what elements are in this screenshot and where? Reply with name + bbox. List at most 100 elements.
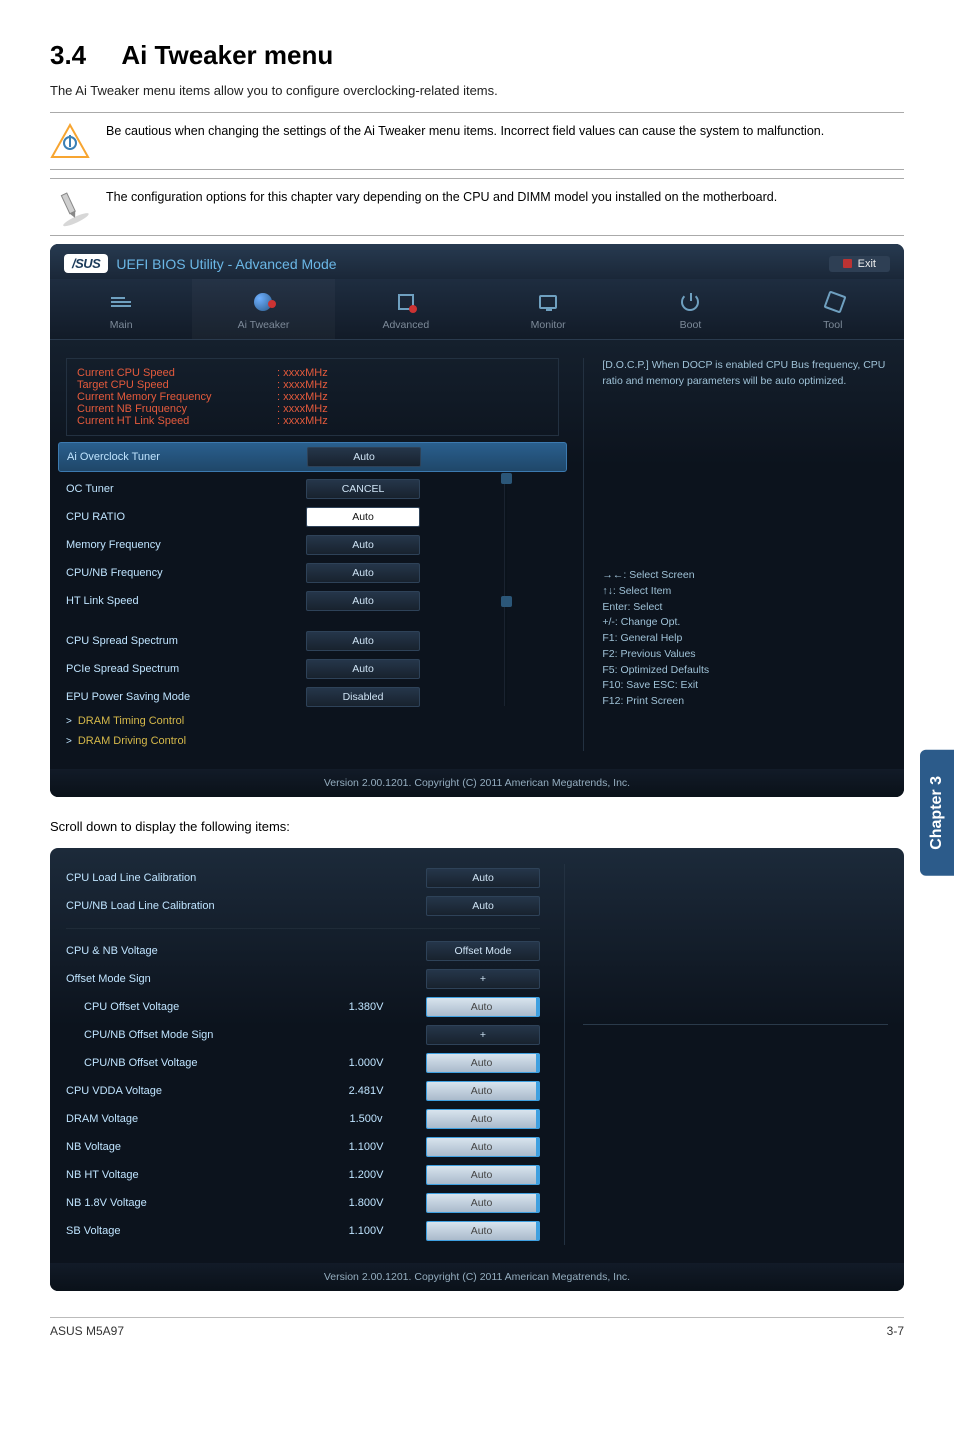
info-row: Current NB Fruquency: xxxxMHz <box>77 403 548 415</box>
heading-number: 3.4 <box>50 40 86 70</box>
setting-value[interactable]: Auto <box>426 1053 540 1073</box>
scrollbar[interactable] <box>504 476 507 706</box>
setting-value[interactable]: Auto <box>426 1109 540 1129</box>
tab-ai-tweaker[interactable]: Ai Tweaker <box>192 279 334 339</box>
setting-value[interactable]: + <box>426 969 540 989</box>
key-hint: F2: Previous Values <box>602 647 709 663</box>
key-hint: →←: Select Screen <box>602 568 709 584</box>
bios-panel-2: CPU Load Line CalibrationAutoCPU/NB Load… <box>50 848 904 1291</box>
setting-mid-value: 1.000V <box>306 1057 426 1069</box>
setting-label: CPU/NB Load Line Calibration <box>66 900 306 912</box>
setting-value[interactable]: Auto <box>426 1221 540 1241</box>
setting-label: CPU RATIO <box>66 511 306 523</box>
setting-row[interactable]: CPU Load Line CalibrationAuto <box>66 864 540 892</box>
setting-row[interactable]: Memory FrequencyAuto <box>66 531 559 559</box>
info-value: : xxxxMHz <box>277 379 328 391</box>
key-hint: F5: Optimized Defaults <box>602 663 709 679</box>
bios-left-pane: Current CPU Speed: xxxxMHzTarget CPU Spe… <box>66 358 559 751</box>
setting-value[interactable]: Auto <box>426 997 540 1017</box>
monitor-icon <box>539 295 557 309</box>
tab-label-aitweaker: Ai Tweaker <box>192 319 334 331</box>
setting-row[interactable]: CPU RATIOAuto <box>66 503 559 531</box>
setting-value[interactable]: Auto <box>426 1137 540 1157</box>
key-hint: Enter: Select <box>602 600 709 616</box>
setting-value[interactable]: Auto <box>306 535 420 555</box>
setting-value[interactable]: Auto <box>426 896 540 916</box>
setting-row[interactable]: >DRAM Driving Control <box>66 731 559 751</box>
setting-row[interactable]: SB Voltage1.100VAuto <box>66 1217 540 1245</box>
setting-row[interactable]: Offset Mode Sign+ <box>66 965 540 993</box>
intro-text: The Ai Tweaker menu items allow you to c… <box>50 83 904 98</box>
scroll-up-handle[interactable] <box>501 473 512 484</box>
bios-panel-1: /SUS UEFI BIOS Utility - Advanced Mode E… <box>50 244 904 797</box>
tool-icon <box>824 293 842 311</box>
chevron-right-icon: > <box>66 716 72 727</box>
info-value: : xxxxMHz <box>277 391 328 403</box>
info-label: Current Memory Frequency <box>77 391 277 403</box>
setting-label: CPU Offset Voltage <box>66 1001 306 1013</box>
setting-row[interactable]: CPU Spread SpectrumAuto <box>66 627 559 655</box>
setting-value[interactable]: Auto <box>306 563 420 583</box>
help-text: [D.O.C.P.] When DOCP is enabled CPU Bus … <box>602 358 888 390</box>
setting-row[interactable]: DRAM Voltage1.500vAuto <box>66 1105 540 1133</box>
bios-footer-2: Version 2.00.1201. Copyright (C) 2011 Am… <box>50 1263 904 1291</box>
setting-row[interactable]: NB Voltage1.100VAuto <box>66 1133 540 1161</box>
setting-value[interactable]: Auto <box>306 507 420 527</box>
info-label: Target CPU Speed <box>77 379 277 391</box>
chevron-right-icon: > <box>66 736 72 747</box>
setting-label: DRAM Voltage <box>66 1113 306 1125</box>
bios-right-pane: [D.O.C.P.] When DOCP is enabled CPU Bus … <box>583 358 888 751</box>
setting-row[interactable]: NB 1.8V Voltage1.800VAuto <box>66 1189 540 1217</box>
exit-button[interactable]: Exit <box>829 256 890 272</box>
tab-monitor[interactable]: Monitor <box>477 279 619 339</box>
tab-main[interactable]: Main <box>50 279 192 339</box>
setting-row[interactable]: CPU/NB Offset Voltage1.000VAuto <box>66 1049 540 1077</box>
info-text: The configuration options for this chapt… <box>106 189 777 207</box>
setting-value[interactable]: Auto <box>306 631 420 651</box>
setting-row[interactable]: NB HT Voltage1.200VAuto <box>66 1161 540 1189</box>
setting-label: SB Voltage <box>66 1225 306 1237</box>
setting-value[interactable]: Auto <box>426 868 540 888</box>
setting-mid-value: 2.481V <box>306 1085 426 1097</box>
info-value: : xxxxMHz <box>277 403 328 415</box>
setting-row[interactable]: Ai Overclock TunerAuto <box>58 442 567 472</box>
setting-value[interactable]: Auto <box>426 1165 540 1185</box>
bios-tabs: Main Ai Tweaker Advanced Monitor Boot To… <box>50 279 904 340</box>
setting-value[interactable]: + <box>426 1025 540 1045</box>
exit-label: Exit <box>858 258 876 270</box>
setting-row[interactable]: CPU & NB VoltageOffset Mode <box>66 937 540 965</box>
setting-row[interactable]: CPU Offset Voltage1.380VAuto <box>66 993 540 1021</box>
key-help: →←: Select Screen↑↓: Select ItemEnter: S… <box>602 568 709 710</box>
tab-boot[interactable]: Boot <box>619 279 761 339</box>
setting-row[interactable]: >DRAM Timing Control <box>66 711 559 731</box>
warning-note: Be cautious when changing the settings o… <box>50 112 904 170</box>
setting-value[interactable]: CANCEL <box>306 479 420 499</box>
setting-row[interactable]: CPU VDDA Voltage2.481VAuto <box>66 1077 540 1105</box>
setting-value[interactable]: Auto <box>426 1081 540 1101</box>
setting-row[interactable]: CPU/NB Offset Mode Sign+ <box>66 1021 540 1049</box>
setting-row[interactable]: PCIe Spread SpectrumAuto <box>66 655 559 683</box>
settings-list: Ai Overclock TunerAutoOC TunerCANCELCPU … <box>66 442 559 751</box>
setting-row[interactable]: OC TunerCANCEL <box>66 475 559 503</box>
power-icon <box>681 293 699 311</box>
setting-row[interactable]: CPU/NB FrequencyAuto <box>66 559 559 587</box>
info-row: Target CPU Speed: xxxxMHz <box>77 379 548 391</box>
info-row: Current Memory Frequency: xxxxMHz <box>77 391 548 403</box>
setting-value[interactable]: Auto <box>306 591 420 611</box>
setting-value[interactable]: Auto <box>307 447 421 467</box>
tab-label-tool: Tool <box>762 319 904 331</box>
setting-value[interactable]: Auto <box>426 1193 540 1213</box>
scroll-thumb[interactable] <box>501 596 512 607</box>
tab-tool[interactable]: Tool <box>762 279 904 339</box>
setting-row[interactable]: HT Link SpeedAuto <box>66 587 559 615</box>
setting-row[interactable]: EPU Power Saving ModeDisabled <box>66 683 559 711</box>
bios-footer: Version 2.00.1201. Copyright (C) 2011 Am… <box>50 769 904 797</box>
setting-value[interactable]: Disabled <box>306 687 420 707</box>
setting-row[interactable]: CPU/NB Load Line Calibration Auto <box>66 892 540 920</box>
setting-value[interactable]: Offset Mode <box>426 941 540 961</box>
tab-label-main: Main <box>50 319 192 331</box>
list-icon <box>111 295 131 309</box>
setting-value[interactable]: Auto <box>306 659 420 679</box>
tab-advanced[interactable]: Advanced <box>335 279 477 339</box>
setting-mid-value: 1.100V <box>306 1141 426 1153</box>
